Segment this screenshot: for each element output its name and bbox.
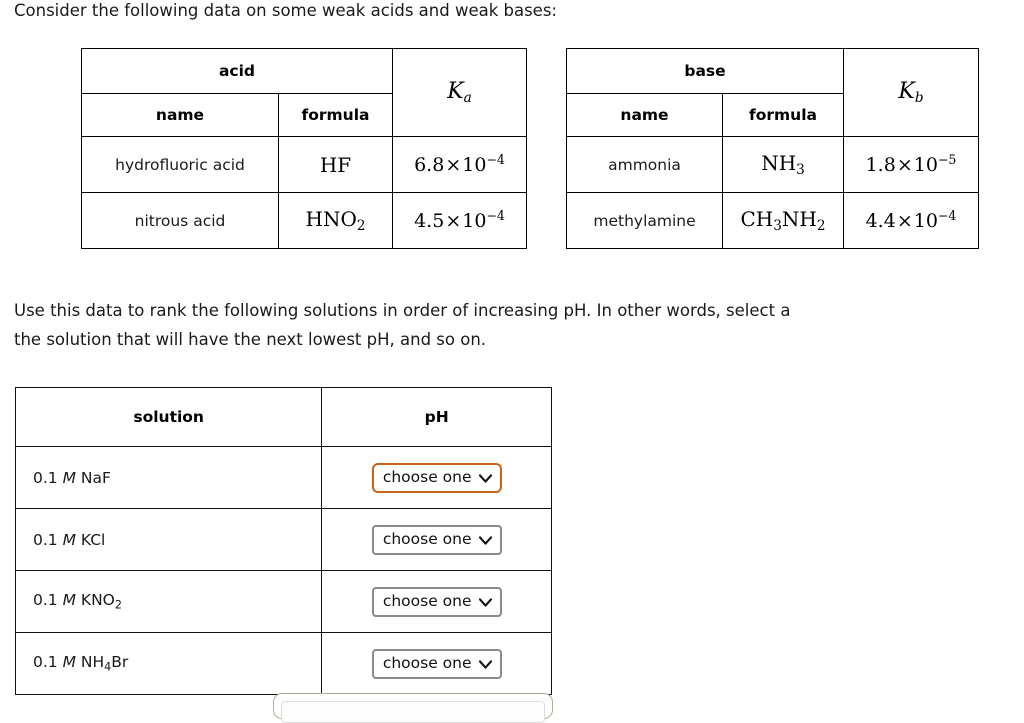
acid-col-name-header: name xyxy=(81,93,279,137)
ph-dropdown-label: choose one xyxy=(382,653,472,672)
ph-cell: choose one xyxy=(321,632,552,695)
ph-dropdown-label: choose one xyxy=(382,467,472,486)
solution-column-header: solution xyxy=(14,387,323,447)
solution-label: 0.1 M NaF xyxy=(14,446,323,509)
chevron-down-icon xyxy=(478,473,492,485)
base-name: ammonia xyxy=(566,136,723,193)
acid-ka-value: 6.8×10−4 xyxy=(392,136,527,193)
solution-label: 0.1 M KNO2 xyxy=(14,570,323,633)
table-row: nitrous acid HNO2 4.5×10−4 xyxy=(81,192,527,249)
solution-label: 0.1 M KCl xyxy=(14,508,323,571)
bottom-partial-panel-inner xyxy=(281,701,545,723)
solution-ph-table: solution pH 0.1 M NaF choose one 0.1 M K… xyxy=(14,387,552,695)
acid-formula: HF xyxy=(278,136,393,193)
chevron-down-icon xyxy=(478,597,492,609)
ph-dropdown-label: choose one xyxy=(382,529,472,548)
acid-col-formula-header: formula xyxy=(278,93,393,137)
acid-data-table: acid Ka name formula hydrofluoric acid H… xyxy=(81,48,527,249)
chevron-down-icon xyxy=(478,659,492,671)
base-col-name-header: name xyxy=(566,93,723,137)
table-row: 0.1 M KCl choose one xyxy=(14,508,552,571)
base-data-table: base Kb name formula ammonia NH3 1.8×10−… xyxy=(566,48,979,249)
table-row: 0.1 M NaF choose one xyxy=(14,446,552,509)
ka-symbol: Ka xyxy=(447,78,472,107)
acid-group-header-row: acid Ka xyxy=(81,48,527,137)
solution-label: 0.1 M NH4Br xyxy=(14,632,323,695)
ph-dropdown-kno2[interactable]: choose one xyxy=(371,586,502,617)
base-kb-value: 1.8×10−5 xyxy=(843,136,979,193)
acid-ka-value: 4.5×10−4 xyxy=(392,192,527,249)
ph-dropdown-naf[interactable]: choose one xyxy=(371,462,502,493)
acid-formula: HNO2 xyxy=(278,192,393,249)
instructions-text: Use this data to rank the following solu… xyxy=(14,296,790,354)
table-row: 0.1 M KNO2 choose one xyxy=(14,570,552,633)
base-col-formula-header: formula xyxy=(722,93,844,137)
ph-dropdown-label: choose one xyxy=(382,591,472,610)
solution-header-row: solution pH xyxy=(14,387,552,447)
instructions-line-2: the solution that will have the next low… xyxy=(14,330,487,349)
acid-name: nitrous acid xyxy=(81,192,279,249)
intro-text: Consider the following data on some weak… xyxy=(14,1,557,20)
acid-group-header: acid xyxy=(81,48,393,94)
ph-dropdown-nh4br[interactable]: choose one xyxy=(371,648,502,679)
chevron-down-icon xyxy=(478,535,492,547)
base-group-header-row: base Kb xyxy=(566,48,979,137)
ph-dropdown-kcl[interactable]: choose one xyxy=(371,524,502,555)
base-constant-header: Kb xyxy=(843,48,979,137)
table-row: methylamine CH3NH2 4.4×10−4 xyxy=(566,192,979,249)
acid-name: hydrofluoric acid xyxy=(81,136,279,193)
table-row: ammonia NH3 1.8×10−5 xyxy=(566,136,979,193)
kb-symbol: Kb xyxy=(898,78,924,107)
bottom-partial-panel[interactable] xyxy=(273,693,553,723)
instructions-line-1: Use this data to rank the following solu… xyxy=(14,301,791,320)
base-formula: CH3NH2 xyxy=(722,192,844,249)
base-name: methylamine xyxy=(566,192,723,249)
ph-column-header: pH xyxy=(321,387,552,447)
ph-cell: choose one xyxy=(321,446,552,509)
table-row: 0.1 M NH4Br choose one xyxy=(14,632,552,695)
table-row: hydrofluoric acid HF 6.8×10−4 xyxy=(81,136,527,193)
base-kb-value: 4.4×10−4 xyxy=(843,192,979,249)
acid-constant-header: Ka xyxy=(392,48,527,137)
ph-cell: choose one xyxy=(321,570,552,633)
base-group-header: base xyxy=(566,48,844,94)
base-formula: NH3 xyxy=(722,136,844,193)
ph-cell: choose one xyxy=(321,508,552,571)
